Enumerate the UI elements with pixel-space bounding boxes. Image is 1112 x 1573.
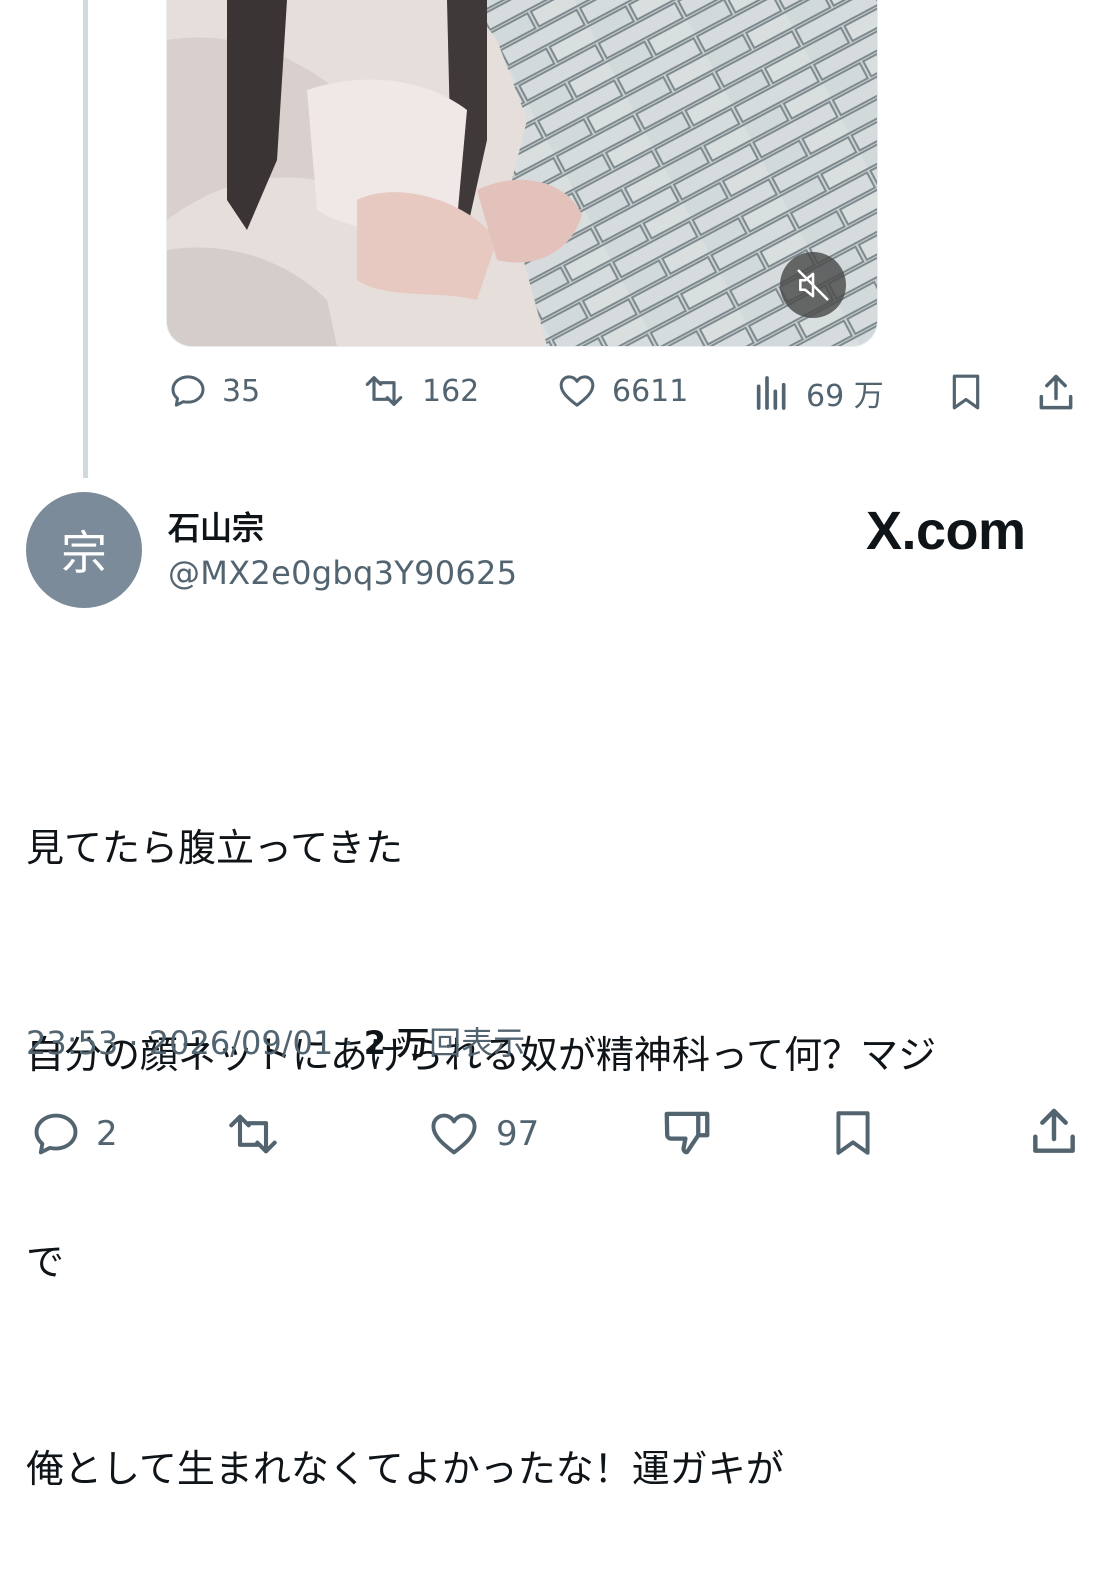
repost-count: 162 [422,373,480,409]
tweet-text-line: 俺として生まれなくてよかったな！運ガキが [26,1447,784,1491]
like-button[interactable]: 97 [426,1108,539,1160]
analytics-icon [756,376,786,410]
meta-separator: · [343,1024,364,1062]
reply-count: 35 [222,373,261,409]
dislike-button[interactable] [660,1106,714,1160]
video-frame [167,0,877,346]
heart-icon [431,1113,477,1155]
reply-icon [34,1113,78,1155]
bookmark-icon [836,1111,870,1155]
bookmark-button[interactable] [828,1106,878,1160]
share-button[interactable] [1026,1104,1082,1160]
display-name[interactable]: 石山宗 [168,503,264,549]
like-button[interactable]: 6611 [556,371,688,411]
views-count-bold: 2 万 [363,1024,430,1062]
repost-icon [229,1114,277,1154]
tweet-text-line: で [26,1240,65,1284]
share-icon [1039,374,1073,410]
mute-toggle-button[interactable] [780,252,846,318]
repost-button[interactable] [222,1108,284,1160]
reply-button[interactable]: 35 [168,371,260,411]
avatar-initial: 宗 [61,526,107,580]
thread-connector-line [83,0,88,478]
tweet-text-line: 見てたら腹立ってきた [26,826,403,870]
repost-button[interactable]: 162 [360,371,479,411]
like-count: 97 [496,1114,540,1154]
views-button[interactable]: 69 万 [752,371,884,415]
reply-count: 2 [96,1114,118,1154]
reply-button[interactable]: 2 [30,1108,118,1160]
like-count: 6611 [612,373,689,409]
tweet-text: 見てたら腹立ってきた 自分の顔ネットにあげられる奴が精神科って何？マジ で 俺と… [26,676,1066,1573]
repost-icon [365,376,403,406]
tweet-meta: 23:53 · 2026/09/01 · 2 万回表示 [26,1018,525,1064]
share-icon [1033,1108,1075,1153]
x-com-watermark: X.com [866,501,1026,561]
heart-icon [559,375,595,407]
views-label: 回表示 [429,1024,526,1062]
meta-separator: · [128,1024,149,1062]
user-handle[interactable]: @MX2e0gbq3Y90625 [168,554,517,592]
speaker-mute-icon [797,269,829,301]
tweet-time[interactable]: 23:53 [26,1024,118,1062]
bookmark-button[interactable] [946,371,986,413]
reply-icon [171,375,205,407]
tweet-date[interactable]: 2026/09/01 [149,1024,333,1062]
avatar[interactable]: 宗 [26,492,142,608]
views-count: 69 万 [806,379,884,414]
thumbs-down-icon [664,1111,710,1155]
share-button[interactable] [1034,371,1078,415]
tweet-video[interactable] [166,0,878,347]
bookmark-icon [952,374,980,410]
